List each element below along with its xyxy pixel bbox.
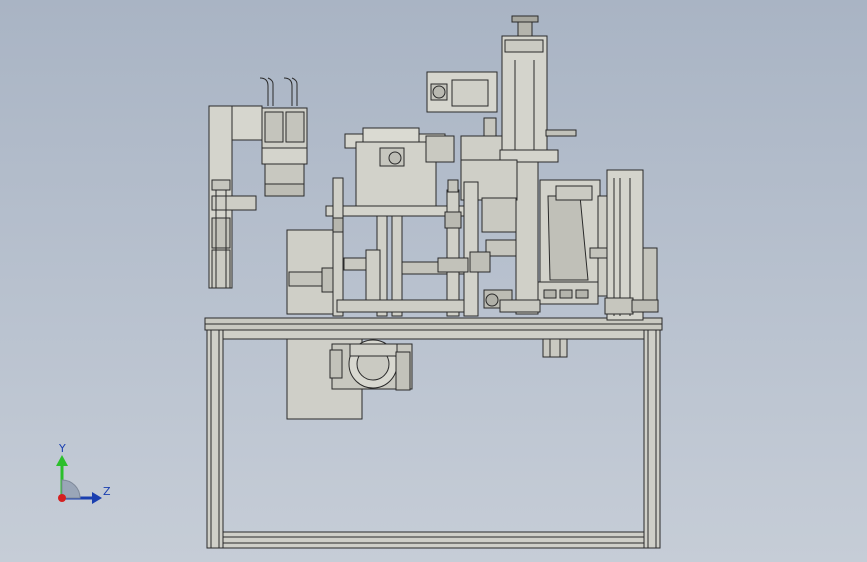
center-right-mechanism[interactable] — [437, 159, 659, 321]
cad-viewport[interactable]: Y Z — [0, 0, 867, 562]
machine-model-drawing[interactable] — [0, 0, 867, 562]
triad-z-label: Z — [103, 485, 111, 498]
lower-gearbox[interactable] — [286, 338, 568, 420]
triad-y-label: Y — [59, 442, 66, 455]
center-left-mechanism[interactable] — [286, 127, 468, 317]
base-frame[interactable] — [204, 317, 663, 549]
